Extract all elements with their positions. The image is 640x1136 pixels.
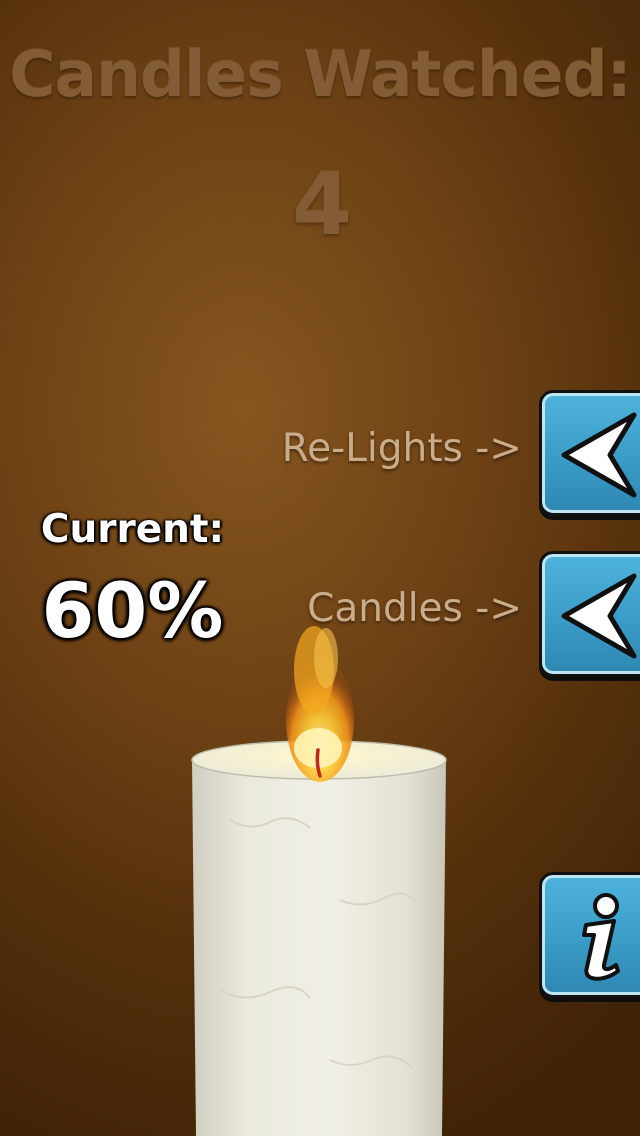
candles-button[interactable] [539, 551, 640, 677]
info-button[interactable] [539, 872, 640, 998]
back-arrow-icon [561, 412, 637, 498]
info-icon [582, 893, 620, 981]
relights-label: Re-Lights -> [281, 426, 522, 471]
back-arrow-icon [561, 573, 637, 659]
candle-illustration [191, 626, 447, 1136]
candles-watched-count: 4 [292, 155, 352, 255]
relights-button[interactable] [539, 390, 640, 516]
candle-area[interactable] [190, 600, 450, 1136]
page-title: Candles Watched: [9, 38, 632, 111]
candle-flame [286, 626, 354, 782]
candle-body [192, 760, 446, 1136]
current-label: Current: [40, 507, 225, 552]
